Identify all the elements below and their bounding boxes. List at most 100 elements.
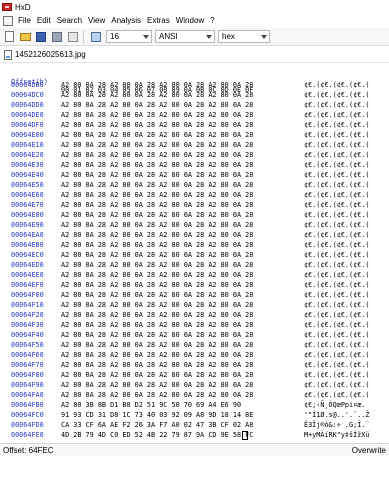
- row-ascii[interactable]: ¢€.(¢€.(¢€.(¢€.(: [304, 361, 369, 370]
- hex-row[interactable]: 00064DD0 A2 80 0A 28 A2 80 0A 28 A2 80 0A…: [0, 101, 389, 110]
- hex-row[interactable]: 00064E20 A2 80 0A 28 A2 80 0A 28 A2 80 0A…: [0, 151, 389, 160]
- row-ascii[interactable]: ¢€.(¢€.(¢€.(¢€.(: [304, 381, 369, 390]
- row-ascii[interactable]: ¢€.(¢€.(¢€.(¢€.(: [304, 221, 369, 230]
- row-ascii[interactable]: ¢€.(¢€.(¢€.(¢€.(: [304, 171, 369, 180]
- row-ascii[interactable]: ¢€.(¢€.(¢€.(¢€.(: [304, 301, 369, 310]
- charset-select[interactable]: ANSI: [155, 30, 215, 43]
- hex-row[interactable]: 00064E80 A2 80 0A 28 A2 80 0A 28 A2 80 0A…: [0, 211, 389, 220]
- row-hex-bytes[interactable]: A2 80 0A 28 A2 80 0A 28 A2 80 0A 28 A2 8…: [61, 381, 253, 390]
- hex-row[interactable]: 00064E10 A2 80 0A 28 A2 80 0A 28 A2 80 0A…: [0, 141, 389, 150]
- row-ascii[interactable]: ¢€.(¢€.(¢€.(¢€.(: [304, 191, 369, 200]
- hex-row[interactable]: 00064FE0 4D 2B 79 4D C0 ED 52 4B 22 79 87…: [0, 431, 389, 440]
- hex-row[interactable]: 00064E90 A2 80 0A 28 A2 80 0A 28 A2 80 0A…: [0, 221, 389, 230]
- row-hex-bytes[interactable]: A2 80 0A 28 A2 80 0A 28 A2 80 0A 28 A2 8…: [61, 221, 253, 230]
- row-ascii[interactable]: ¢€.(¢€.(¢€.(¢€.(: [304, 261, 369, 270]
- row-hex-bytes[interactable]: A2 80 0A 28 A2 80 0A 28 A2 80 0A 28 A2 8…: [61, 251, 253, 260]
- hex-row[interactable]: 00064FB0 A2 80 3B 8B D1 B8 D2 51 9C 50 70…: [0, 401, 389, 410]
- row-hex-bytes[interactable]: CA 33 CF 6A AE F2 26 3A F7 A0 02 47 3B C…: [61, 421, 253, 430]
- hex-editor[interactable]: Offset(h) 00 01 02 03 04 05 06 07 08 09 …: [0, 64, 389, 442]
- row-ascii[interactable]: ¢€.(¢€.(¢€.(¢€.(: [304, 91, 369, 100]
- hex-row[interactable]: 00064DB0 A2 80 0A 28 A2 80 0A 28 A2 80 0A…: [0, 81, 389, 90]
- hex-row[interactable]: 00064EA0 A2 80 0A 28 A2 80 0A 28 A2 80 0A…: [0, 231, 389, 240]
- row-hex-bytes[interactable]: A2 80 0A 28 A2 80 0A 28 A2 80 0A 28 A2 8…: [61, 271, 253, 280]
- row-ascii[interactable]: ¢€.(¢€.(¢€.(¢€.(: [304, 271, 369, 280]
- row-ascii[interactable]: ¢€.(¢€.(¢€.(¢€.(: [304, 251, 369, 260]
- hex-row[interactable]: 00064F90 A2 80 0A 28 A2 80 0A 28 A2 80 0A…: [0, 381, 389, 390]
- row-hex-bytes[interactable]: A2 80 0A 28 A2 80 0A 28 A2 80 0A 28 A2 8…: [61, 91, 253, 100]
- row-hex-bytes[interactable]: A2 80 0A 28 A2 80 0A 28 A2 80 0A 28 A2 8…: [61, 101, 253, 110]
- row-ascii[interactable]: ¢€.(¢€.(¢€.(¢€.(: [304, 141, 369, 150]
- menu-help[interactable]: ?: [207, 14, 217, 28]
- row-ascii[interactable]: ¢€.(¢€.(¢€.(¢€.(: [304, 121, 369, 130]
- hex-row[interactable]: 00064E50 A2 80 0A 28 A2 80 0A 28 A2 80 0A…: [0, 181, 389, 190]
- hex-row[interactable]: 00064DF0 A2 80 0A 28 A2 80 0A 28 A2 80 0A…: [0, 121, 389, 130]
- menu-extras[interactable]: Extras: [144, 14, 173, 28]
- row-ascii[interactable]: ¢€.(¢€.(¢€.(¢€.(: [304, 151, 369, 160]
- row-hex-bytes[interactable]: A2 80 0A 28 A2 80 0A 28 A2 80 0A 28 A2 8…: [61, 371, 253, 380]
- row-hex-bytes[interactable]: A2 80 0A 28 A2 80 0A 28 A2 80 0A 28 A2 8…: [61, 121, 253, 130]
- hex-row[interactable]: 00064EB0 A2 80 0A 28 A2 80 0A 28 A2 80 0A…: [0, 241, 389, 250]
- hex-row[interactable]: 00064F30 A2 80 0A 28 A2 80 0A 28 A2 80 0A…: [0, 321, 389, 330]
- pages-button[interactable]: [89, 30, 103, 44]
- hex-row[interactable]: 00064F00 A2 80 0A 28 A2 80 0A 28 A2 80 0A…: [0, 291, 389, 300]
- hex-row[interactable]: 00064E30 A2 80 0A 28 A2 80 0A 28 A2 80 0A…: [0, 161, 389, 170]
- row-ascii[interactable]: ¢€;‹Ñ¸ÒQœPpi¤æ.: [304, 401, 365, 410]
- hex-row[interactable]: 00064EF0 A2 80 0A 28 A2 80 0A 28 A2 80 0A…: [0, 281, 389, 290]
- row-hex-bytes[interactable]: A2 80 0A 28 A2 80 0A 28 A2 80 0A 28 A2 8…: [61, 161, 253, 170]
- row-hex-bytes[interactable]: A2 80 0A 28 A2 80 0A 28 A2 80 0A 28 A2 8…: [61, 311, 253, 320]
- row-hex-bytes[interactable]: A2 80 0A 28 A2 80 0A 28 A2 80 0A 28 A2 8…: [61, 131, 253, 140]
- hex-row[interactable]: 00064F60 A2 80 0A 28 A2 80 0A 28 A2 80 0A…: [0, 351, 389, 360]
- menu-file[interactable]: File: [15, 14, 34, 28]
- row-ascii[interactable]: ¢€.(¢€.(¢€.(¢€.(: [304, 331, 369, 340]
- hex-row[interactable]: 00064E60 A2 80 0A 28 A2 80 0A 28 A2 80 0A…: [0, 191, 389, 200]
- hex-row[interactable]: 00064FC0 91 93 CD 31 D8 1C 73 40 03 92 09…: [0, 411, 389, 420]
- row-hex-bytes[interactable]: A2 80 0A 28 A2 80 0A 28 A2 80 0A 28 A2 8…: [61, 151, 253, 160]
- row-hex-bytes[interactable]: A2 80 0A 28 A2 80 0A 28 A2 80 0A 28 A2 8…: [61, 261, 253, 270]
- row-ascii[interactable]: ¢€.(¢€.(¢€.(¢€.(: [304, 231, 369, 240]
- row-ascii[interactable]: ¢€.(¢€.(¢€.(¢€.(: [304, 161, 369, 170]
- row-hex-bytes[interactable]: A2 80 0A 28 A2 80 0A 28 A2 80 0A 28 A2 8…: [61, 171, 253, 180]
- new-file-button[interactable]: [2, 30, 16, 44]
- hex-row[interactable]: 00064F20 A2 80 0A 28 A2 80 0A 28 A2 80 0A…: [0, 311, 389, 320]
- save-button[interactable]: [34, 30, 48, 44]
- row-ascii[interactable]: ¢€.(¢€.(¢€.(¢€.(: [304, 311, 369, 320]
- row-ascii[interactable]: '"Í1Ø.s@..'.¨..Ž: [304, 411, 369, 420]
- hex-row[interactable]: 00064F70 A2 80 0A 28 A2 80 0A 28 A2 80 0A…: [0, 361, 389, 370]
- row-hex-bytes[interactable]: A2 80 0A 28 A2 80 0A 28 A2 80 0A 28 A2 8…: [61, 361, 253, 370]
- row-ascii[interactable]: Ê3Ïj®ò&:÷ .G;Ï.¨: [304, 421, 369, 430]
- menu-window[interactable]: Window: [173, 14, 207, 28]
- hex-row[interactable]: 00064E00 A2 80 0A 28 A2 80 0A 28 A2 80 0A…: [0, 131, 389, 140]
- menu-view[interactable]: View: [85, 14, 108, 28]
- row-hex-bytes[interactable]: A2 80 0A 28 A2 80 0A 28 A2 80 0A 28 A2 8…: [61, 391, 253, 400]
- row-ascii[interactable]: ¢€.(¢€.(¢€.(¢€.(: [304, 201, 369, 210]
- row-ascii[interactable]: ¢€.(¢€.(¢€.(¢€.(: [304, 131, 369, 140]
- row-hex-bytes[interactable]: 91 93 CD 31 D8 1C 73 40 03 92 09 A8 9D 1…: [61, 411, 253, 420]
- row-ascii[interactable]: ¢€.(¢€.(¢€.(¢€.(: [304, 281, 369, 290]
- row-hex-bytes[interactable]: A2 80 0A 28 A2 80 0A 28 A2 80 0A 28 A2 8…: [61, 301, 253, 310]
- menu-analysis[interactable]: Analysis: [108, 14, 144, 28]
- bytes-per-row-select[interactable]: 16: [106, 30, 152, 43]
- hex-row[interactable]: 00064EE0 A2 80 0A 28 A2 80 0A 28 A2 80 0A…: [0, 271, 389, 280]
- row-hex-bytes[interactable]: A2 80 0A 28 A2 80 0A 28 A2 80 0A 28 A2 8…: [61, 331, 253, 340]
- open-button[interactable]: [18, 30, 32, 44]
- row-hex-bytes[interactable]: A2 80 0A 28 A2 80 0A 28 A2 80 0A 28 A2 8…: [61, 111, 253, 120]
- hex-row[interactable]: 00064E40 A2 80 0A 28 A2 80 0A 28 A2 80 0A…: [0, 171, 389, 180]
- hex-row[interactable]: 00064F50 A2 80 0A 28 A2 80 0A 28 A2 80 0A…: [0, 341, 389, 350]
- row-ascii[interactable]: ¢€.(¢€.(¢€.(¢€.(: [304, 181, 369, 190]
- hex-row[interactable]: 00064FD0 CA 33 CF 6A AE F2 26 3A F7 A0 02…: [0, 421, 389, 430]
- row-ascii[interactable]: ¢€.(¢€.(¢€.(¢€.(: [304, 341, 369, 350]
- hex-row[interactable]: 00064FA0 A2 80 0A 28 A2 80 0A 28 A2 80 0A…: [0, 391, 389, 400]
- hex-row[interactable]: 00064F40 A2 80 0A 28 A2 80 0A 28 A2 80 0A…: [0, 331, 389, 340]
- save-all-button[interactable]: [50, 30, 64, 44]
- row-ascii[interactable]: ¢€.(¢€.(¢€.(¢€.(: [304, 391, 369, 400]
- row-ascii[interactable]: M+yMÀíRK"y‡šÍžXü: [304, 431, 369, 440]
- row-hex-bytes[interactable]: A2 80 0A 28 A2 80 0A 28 A2 80 0A 28 A2 8…: [61, 291, 253, 300]
- row-ascii[interactable]: ¢€.(¢€.(¢€.(¢€.(: [304, 321, 369, 330]
- row-hex-bytes[interactable]: A2 80 0A 28 A2 80 0A 28 A2 80 0A 28 A2 8…: [61, 341, 253, 350]
- hex-row[interactable]: 00064E70 A2 80 0A 28 A2 80 0A 28 A2 80 0A…: [0, 201, 389, 210]
- row-hex-bytes[interactable]: A2 80 0A 28 A2 80 0A 28 A2 80 0A 28 A2 8…: [61, 231, 253, 240]
- row-hex-bytes[interactable]: A2 80 0A 28 A2 80 0A 28 A2 80 0A 28 A2 8…: [61, 141, 253, 150]
- row-ascii[interactable]: ¢€.(¢€.(¢€.(¢€.(: [304, 101, 369, 110]
- menu-edit[interactable]: Edit: [34, 14, 54, 28]
- row-ascii[interactable]: ¢€.(¢€.(¢€.(¢€.(: [304, 291, 369, 300]
